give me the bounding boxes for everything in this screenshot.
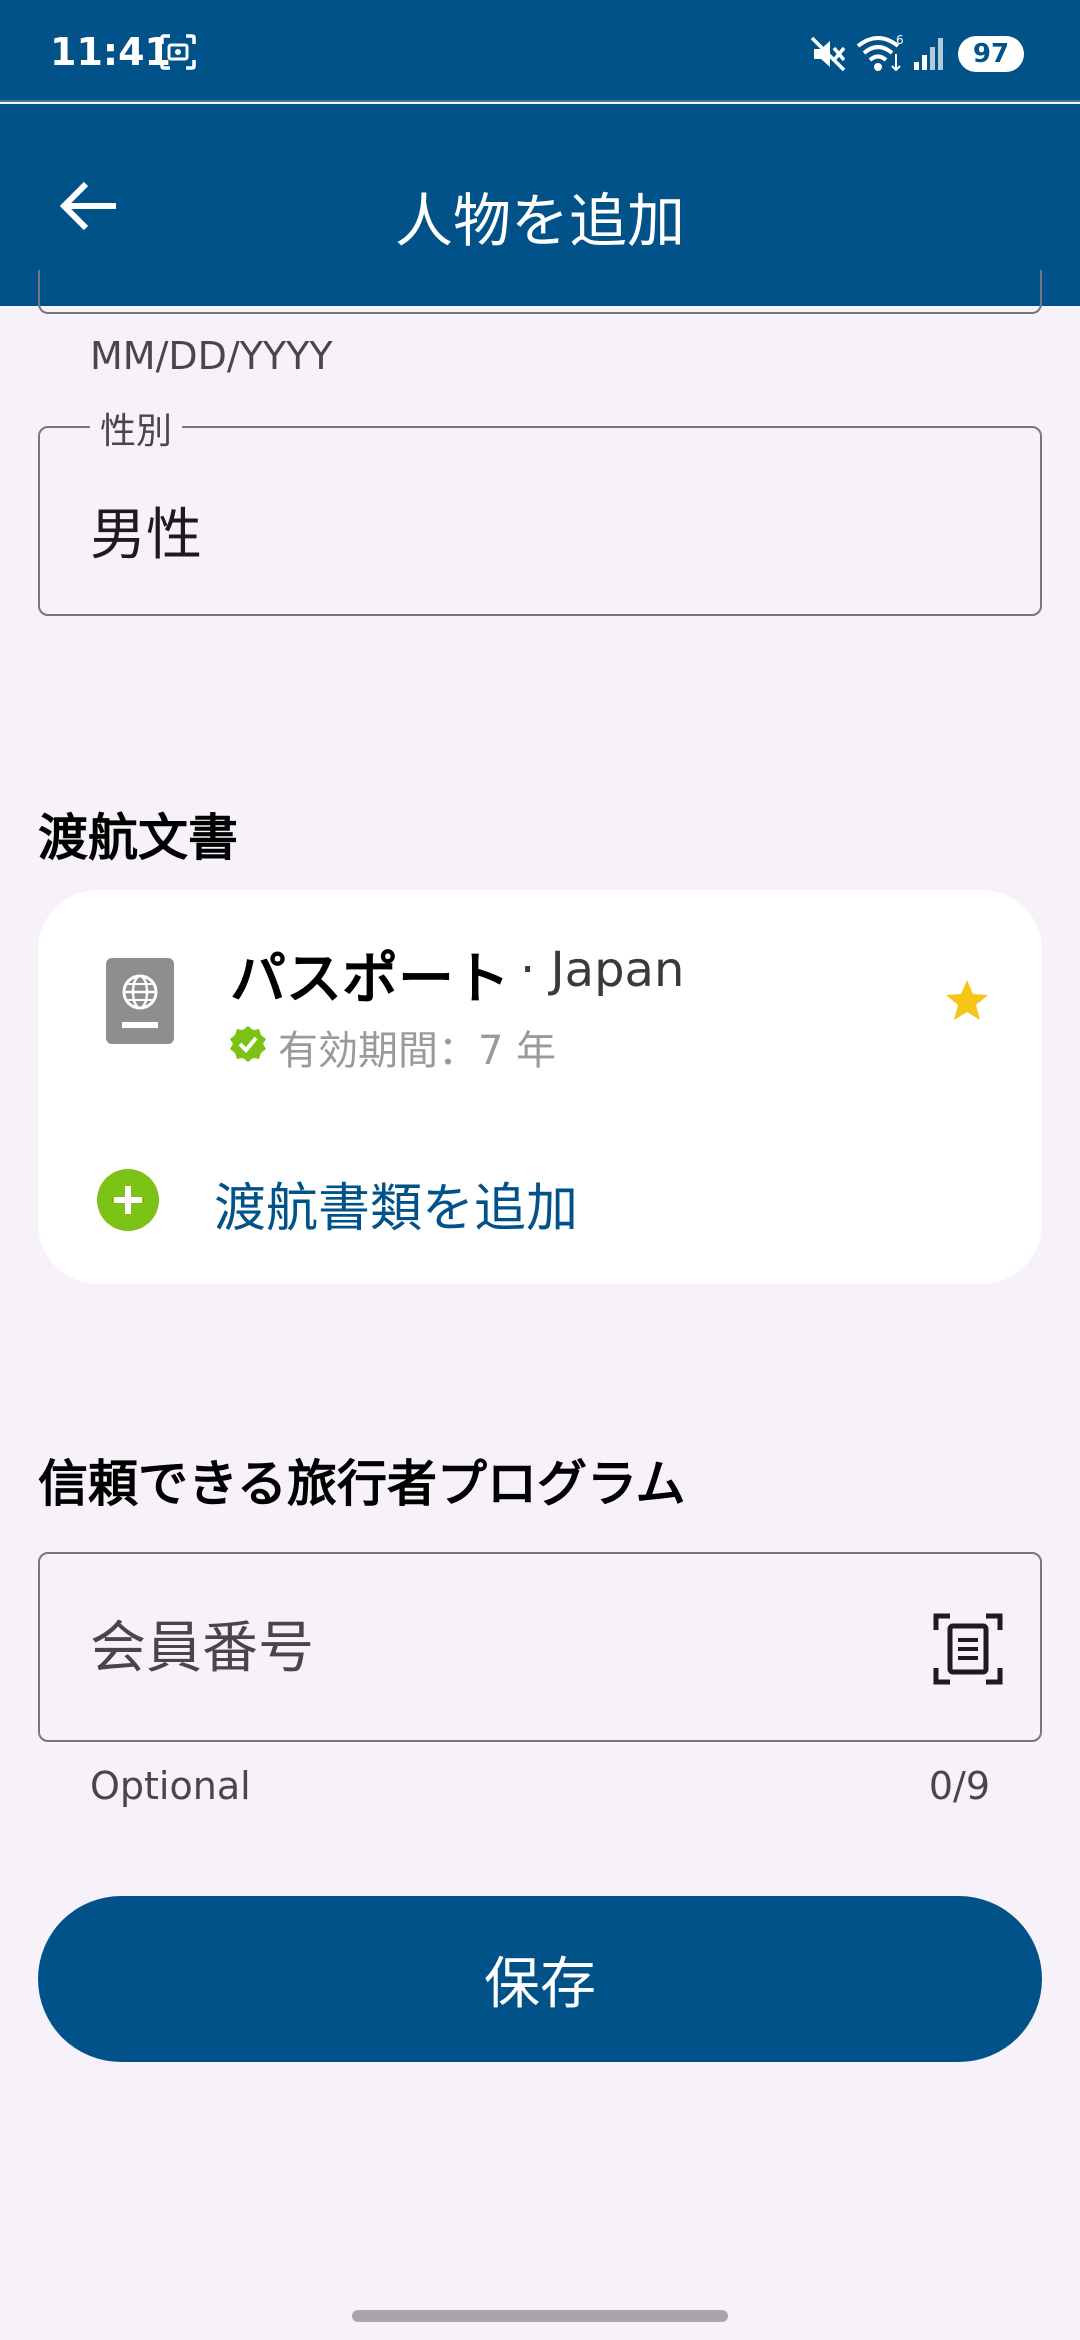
status-bar: 11:41 6 97 <box>0 0 1080 102</box>
passport-name: パスポート <box>230 947 510 1012</box>
svg-text:6: 6 <box>896 33 904 47</box>
verified-badge-icon <box>230 1026 266 1062</box>
member-number-counter: 0/9 <box>928 1764 990 1808</box>
trusted-traveler-title: 信頼できる旅行者プログラム <box>38 1455 686 1513</box>
save-button[interactable]: 保存 <box>38 1896 1042 2062</box>
gender-value: 男性 <box>90 503 202 568</box>
add-person-screen: 11:41 6 97 人物を追加 MM/DD/YYYY 性別 男性 渡航文書 パ… <box>0 0 1080 2340</box>
add-travel-document-label: 渡航書類を追加 <box>214 1179 579 1239</box>
wifi-icon: 6 <box>856 33 904 72</box>
mute-icon <box>810 36 846 72</box>
member-number-helper: Optional <box>90 1764 251 1808</box>
passport-country: · Japan <box>520 942 685 998</box>
signal-icon <box>914 38 943 70</box>
member-number-field <box>38 1552 1042 1742</box>
birthdate-field[interactable] <box>38 270 1042 314</box>
battery-indicator: 97 <box>958 36 1024 72</box>
home-indicator[interactable] <box>352 2310 728 2322</box>
gender-label: 性別 <box>90 402 183 454</box>
travel-documents-title: 渡航文書 <box>38 809 238 867</box>
star-icon[interactable] <box>944 978 990 1024</box>
birthdate-helper: MM/DD/YYYY <box>90 334 333 378</box>
document-scan-icon[interactable] <box>932 1612 1004 1686</box>
status-time: 11:41 <box>50 30 171 74</box>
passport-icon <box>106 958 174 1044</box>
member-number-input[interactable] <box>90 1612 870 1684</box>
plus-circle-icon <box>97 1169 159 1231</box>
passport-validity: 有効期間：7 年 <box>278 1028 557 1074</box>
screenshot-icon <box>160 34 196 70</box>
page-title: 人物を追加 <box>394 187 685 255</box>
gender-field[interactable]: 性別 男性 <box>38 402 1042 616</box>
travel-documents-card: パスポート · Japan 有効期間：7 年 渡航書類を追加 <box>38 890 1042 1284</box>
